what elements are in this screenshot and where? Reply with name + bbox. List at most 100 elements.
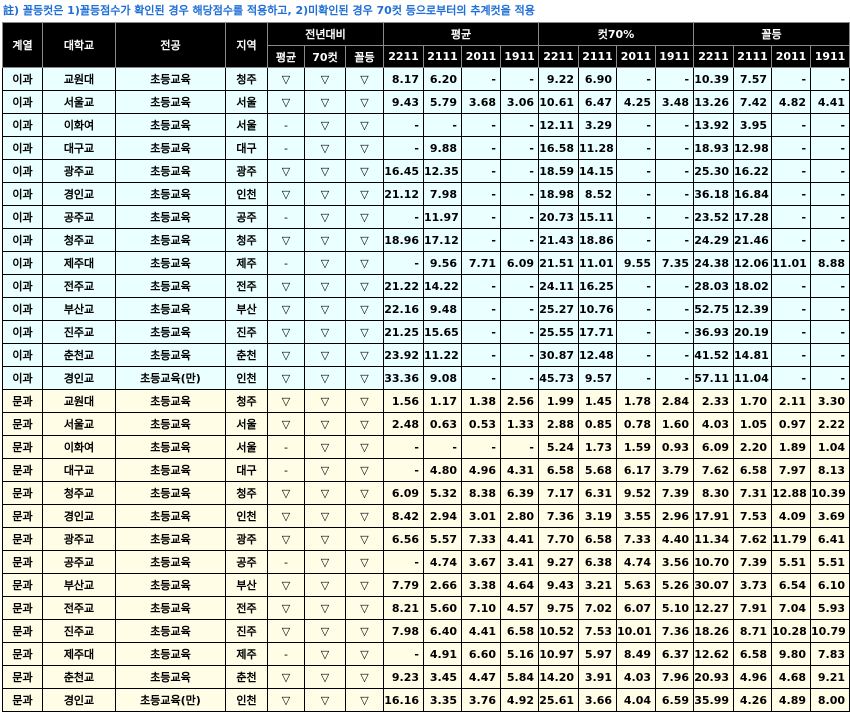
table-row: 이과 춘천교 초등교육 춘천 ▽ ▽ ▽ 23.92 11.22- -30.87 12.48- -41… [2,343,850,367]
cell-last: 4.09 [771,504,812,528]
cell-compare: ▽ [345,297,384,321]
cell-compare: ▽ [345,550,384,574]
cell-average: 4.80 [423,458,462,482]
cell-last: 9.21 [810,665,850,689]
cell-cut70: 3.91 [578,665,617,689]
cell-last: - [810,343,850,367]
cell-compare: ▽ [304,389,346,413]
cell-last: - [771,113,812,137]
cell-compare: ▽ [345,320,384,344]
cell-cut70: 3.48 [654,90,695,114]
cell-cut70: 7.53 [578,619,617,643]
cell-average: - [461,136,501,160]
table-row: 문과 광주교 초등교육 광주 ▽ ▽ ▽ 6.56 5.57 7.33 4.41 7.70 6.58 7.… [2,527,850,551]
cell-last: 9.80 [771,642,812,666]
cell-cut70: 10.76 [578,297,617,321]
cell-last: 6.10 [810,573,850,597]
header-year: 2011 [771,45,812,68]
cell-last: 3.95 [733,113,773,137]
cell-cut70: - [616,320,656,344]
cell-cut70: 3.21 [578,573,617,597]
cell-last: 4.89 [771,688,812,712]
cell-last: 6.58 [733,458,773,482]
header-compare-average: 평균 [267,45,305,68]
cell-average: 11.22 [423,343,462,367]
cell-average: - [500,320,539,344]
cell-average: 6.58 [500,619,539,643]
cell-cut70: - [654,274,695,298]
cell-track: 이과 [2,320,43,344]
cell-last: 36.18 [693,182,735,206]
cell-region: 춘천 [225,665,268,689]
cell-track: 이과 [2,228,43,252]
cell-last: 13.92 [693,113,735,137]
cell-major: 초등교육 [115,297,226,321]
cell-cut70: 6.58 [578,527,617,551]
cell-school: 교원대 [42,67,116,91]
cell-cut70: 1.78 [616,389,656,413]
table-row: 문과 이화여 초등교육 서울 - ▽ ▽ - - - -5.24 1.73 1.59 0.93 6.09 2.… [2,435,850,459]
cell-average: 4.91 [423,642,462,666]
cell-cut70: 7.96 [654,665,695,689]
cell-cut70: 2.96 [654,504,695,528]
cell-average: 15.65 [423,320,462,344]
cell-cut70: 7.36 [538,504,579,528]
header-compare-group: 전년대비 [267,22,384,46]
cell-compare: ▽ [304,297,346,321]
cell-average: 0.63 [423,412,462,436]
cell-compare: ▽ [345,642,384,666]
cell-average: 6.09 [383,481,424,505]
cell-average: - [383,458,424,482]
cell-last: 24.29 [693,228,735,252]
cell-average: 33.36 [383,366,424,390]
cell-compare: ▽ [345,481,384,505]
cell-compare: ▽ [345,665,384,689]
cell-average: - [423,435,462,459]
cell-cut70: 9.55 [616,251,656,275]
table-row: 문과 전주교 초등교육 전주 ▽ ▽ ▽ 8.21 5.60 7.10 4.57 9.75 7.02 6.… [2,596,850,620]
cell-average: 11.97 [423,205,462,229]
cell-cut70: - [654,159,695,183]
cell-compare: ▽ [345,136,384,160]
cell-average: 3.67 [461,550,501,574]
cell-average: 6.09 [500,251,539,275]
cell-average: 6.40 [423,619,462,643]
cell-average: 7.33 [461,527,501,551]
cell-average: 8.42 [383,504,424,528]
cell-compare: ▽ [345,573,384,597]
cell-last: 36.93 [693,320,735,344]
cell-cut70: 9.27 [538,550,579,574]
cell-track: 문과 [2,688,43,712]
cell-cut70: 6.07 [616,596,656,620]
cell-average: 1.33 [500,412,539,436]
cell-compare: ▽ [345,182,384,206]
cell-last: - [771,343,812,367]
cell-cut70: 6.59 [654,688,695,712]
cell-compare: ▽ [304,642,346,666]
cell-cut70: 18.59 [538,159,579,183]
cell-average: 16.45 [383,159,424,183]
table-row: 문과 춘천교 초등교육 춘천 ▽ ▽ ▽ 9.23 3.45 4.47 5.84 14.20 3.91 4… [2,665,850,689]
cell-region: 제주 [225,251,268,275]
cell-cut70: 4.40 [654,527,695,551]
cell-last: 18.26 [693,619,735,643]
cell-average: 1.17 [423,389,462,413]
cell-compare: ▽ [304,205,346,229]
cell-last: 1.05 [733,412,773,436]
header-track: 계열 [2,22,43,68]
cell-last: 57.11 [693,366,735,390]
cell-compare: ▽ [304,136,346,160]
cell-last: 30.07 [693,573,735,597]
table-row: 이과 서울교 초등교육 서울 ▽ ▽ ▽ 9.43 5.79 3.68 3.06 10.61 6.47 4… [2,90,850,114]
cell-major: 초등교육 [115,320,226,344]
cell-last: 10.39 [810,481,850,505]
cell-last: 16.22 [733,159,773,183]
cell-region: 진주 [225,619,268,643]
table-row: 이과 진주교 초등교육 진주 ▽ ▽ ▽ 21.25 15.65- -25.55 17.71- -36… [2,320,850,344]
cell-major: 초등교육 [115,251,226,275]
cell-average: - [383,642,424,666]
cell-average: 12.35 [423,159,462,183]
cell-last: 10.79 [810,619,850,643]
header-year: 1911 [654,45,695,68]
cell-cut70: 3.55 [616,504,656,528]
